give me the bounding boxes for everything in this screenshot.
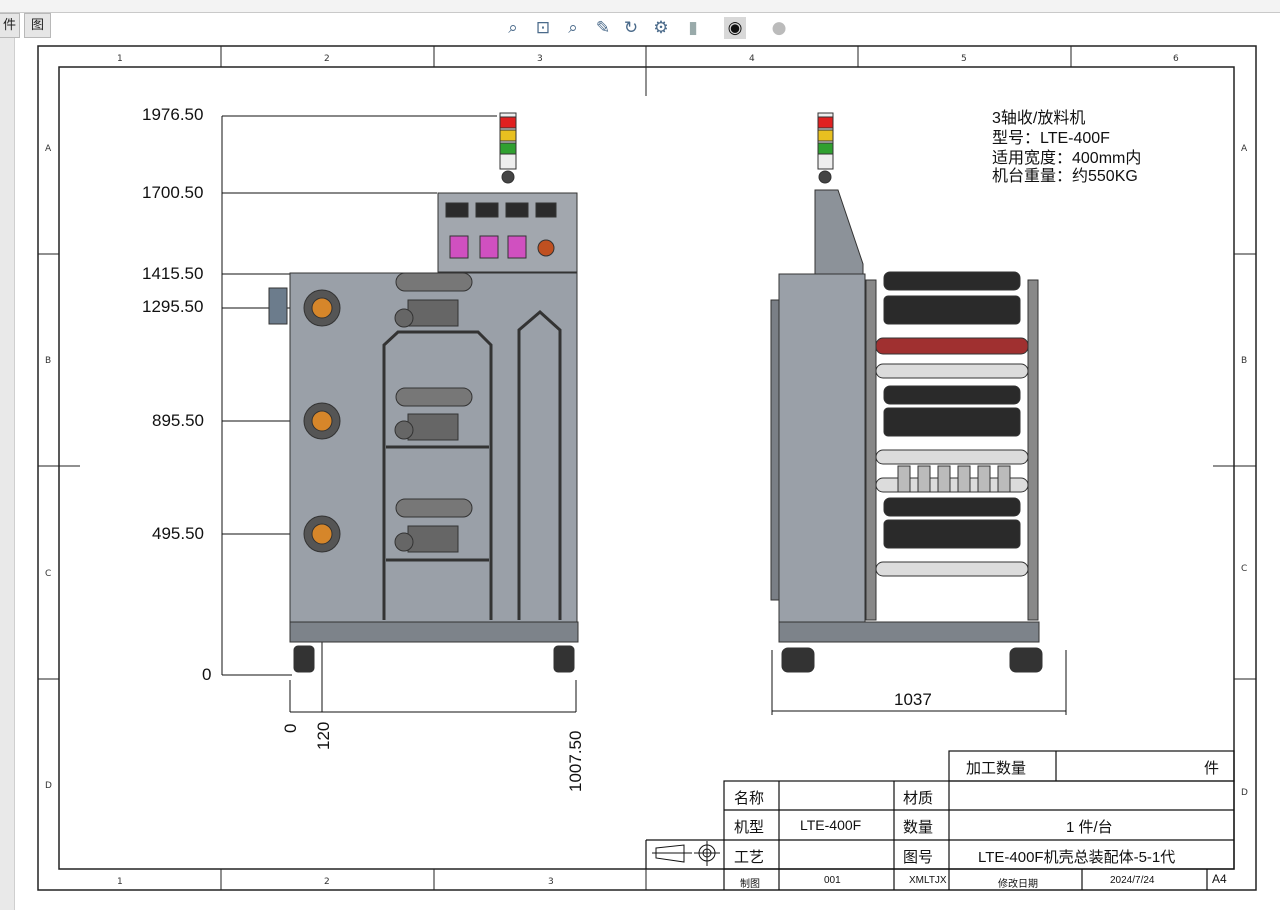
tb-dwg-label: 图号: [903, 849, 934, 866]
side-panel-housing: [814, 189, 864, 275]
row-label: D: [45, 781, 52, 791]
row-label: A: [45, 144, 52, 154]
casters: [293, 645, 575, 673]
dim-height-shaft1[interactable]: 1295.50: [142, 297, 203, 317]
tb-sheet-size: A4: [1212, 872, 1227, 886]
projection-symbol: [652, 841, 720, 866]
dim-horiz-zero[interactable]: 0: [281, 724, 301, 733]
tb-material-label: 材质: [903, 790, 934, 807]
col-label: 1: [117, 877, 123, 887]
dim-horiz-shaft[interactable]: 120: [314, 722, 334, 750]
row-label: A: [1241, 144, 1248, 154]
tb-model-label: 机型: [734, 819, 765, 836]
tb-count-value[interactable]: 1 件/台: [1066, 816, 1113, 837]
col-label: 3: [537, 54, 543, 64]
tb-rev-date[interactable]: 2024/7/24: [1110, 875, 1155, 886]
red-roller: [875, 337, 1029, 355]
dim-height-shaft3[interactable]: 495.50: [152, 524, 204, 544]
col-label: 4: [749, 54, 755, 64]
tb-dwg-value[interactable]: LTE-400F机壳总装配体-5-1代: [978, 846, 1175, 867]
dim-horiz-width[interactable]: 1007.50: [566, 731, 586, 792]
side-view: [770, 112, 1043, 673]
dim-height-total[interactable]: 1976.50: [142, 105, 203, 125]
dim-height-zero[interactable]: 0: [202, 665, 211, 685]
inner-border: [58, 66, 1235, 870]
tb-drawn-label: 制图: [740, 879, 760, 890]
tb-rev-label: 修改日期: [998, 879, 1038, 890]
col-label: 1: [117, 54, 123, 64]
row-label: B: [1241, 356, 1247, 366]
col-label: 2: [324, 54, 330, 64]
side-body: [778, 273, 866, 623]
row-label: B: [45, 356, 51, 366]
col-label: 5: [961, 54, 967, 64]
dim-height-body[interactable]: 1415.50: [142, 264, 203, 284]
side-base-rail: [778, 621, 1040, 643]
col-label: 2: [324, 877, 330, 887]
base-rail: [289, 621, 579, 643]
tb-drawn-by[interactable]: XMLTJX: [909, 875, 947, 886]
row-label: C: [45, 569, 51, 579]
dim-height-shaft2[interactable]: 895.50: [152, 411, 204, 431]
tb-drawn-value[interactable]: 001: [824, 875, 841, 886]
col-label: 3: [548, 877, 554, 887]
col-label: 6: [1173, 54, 1179, 64]
machine-weight: 机台重量：约550KG: [992, 168, 1138, 185]
panel-meters: [449, 235, 527, 259]
rollers: [883, 271, 1021, 549]
tb-model-value[interactable]: LTE-400F: [800, 817, 861, 833]
front-view: [268, 112, 579, 673]
tb-name-label: 名称: [734, 790, 765, 807]
emergency-stop: [537, 239, 555, 257]
tb-qty-label: 加工数量: [966, 760, 1027, 777]
tb-count-label: 数量: [903, 819, 934, 836]
air-filter: [268, 287, 288, 325]
dim-side-width[interactable]: 1037: [894, 690, 932, 710]
tb-qty-unit: 件: [1204, 760, 1220, 777]
tb-process-label: 工艺: [734, 849, 765, 866]
handle-slot: [395, 272, 473, 292]
row-label: D: [1241, 788, 1248, 798]
row-label: C: [1241, 564, 1247, 574]
dim-height-panel[interactable]: 1700.50: [142, 183, 203, 203]
